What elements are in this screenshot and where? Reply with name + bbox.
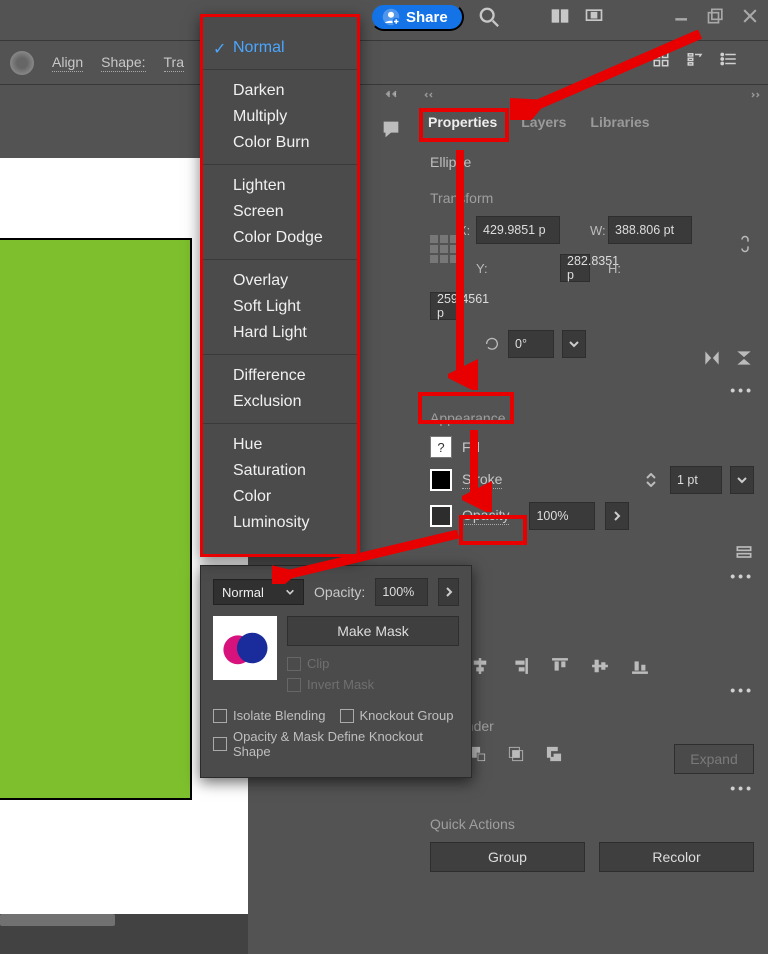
screen-mode-icon[interactable] <box>584 6 604 26</box>
invert-mask-checkbox[interactable]: Invert Mask <box>307 677 374 692</box>
blend-mode-darken[interactable]: Darken <box>203 78 357 104</box>
align-top-icon[interactable] <box>550 656 570 676</box>
blend-mode-soft-light[interactable]: Soft Light <box>203 294 357 320</box>
blend-mode-overlay[interactable]: Overlay <box>203 268 357 294</box>
highlight-properties-tab <box>419 108 509 142</box>
collapse-right-icon[interactable] <box>744 90 760 100</box>
dock-collapse-icon[interactable] <box>385 83 407 105</box>
knockout-group-checkbox[interactable]: Knockout Group <box>360 708 454 723</box>
arrow-from-restore <box>510 30 710 120</box>
align-more-options[interactable]: ••• <box>430 682 754 698</box>
blend-mode-screen[interactable]: Screen <box>203 199 357 225</box>
align-menu[interactable]: Align <box>52 54 83 72</box>
blend-mode-color-dodge[interactable]: Color Dodge <box>203 225 357 251</box>
transform-heading: Transform <box>430 190 754 206</box>
recolor-button[interactable]: Recolor <box>599 842 754 872</box>
align-right-icon[interactable] <box>510 656 530 676</box>
rotate-field[interactable]: 0° <box>508 330 554 358</box>
isolate-blending-checkbox[interactable]: Isolate Blending <box>233 708 326 723</box>
restore-icon[interactable] <box>706 6 726 26</box>
opacity-swatch[interactable] <box>430 505 452 527</box>
quick-actions-heading: Quick Actions <box>430 816 754 832</box>
w-field[interactable]: 388.806 pt <box>608 216 692 244</box>
search-icon[interactable] <box>478 6 500 28</box>
blend-mode-exclusion[interactable]: Exclusion <box>203 389 357 415</box>
appearance-more-options[interactable]: ••• <box>430 568 754 584</box>
y-field[interactable]: 282.8351 p <box>560 254 590 282</box>
flip-horizontal-icon[interactable] <box>702 348 722 368</box>
blend-mode-hue[interactable]: Hue <box>203 432 357 458</box>
shape-menu[interactable]: Shape: <box>101 54 145 72</box>
transform-menu[interactable]: Tra <box>164 54 184 72</box>
transparency-popover: Normal Opacity: 100% Make Mask Clip Inve… <box>200 565 472 778</box>
share-label: Share <box>406 9 448 26</box>
clip-checkbox[interactable]: Clip <box>307 656 329 671</box>
scrollbar-horizontal[interactable] <box>0 914 115 926</box>
arrow-opacity-to-dropdown <box>272 530 462 584</box>
artboard[interactable] <box>0 238 192 800</box>
fx-icon[interactable] <box>734 542 754 562</box>
h-label: H: <box>608 261 692 276</box>
x-field[interactable]: 429.9851 p <box>476 216 560 244</box>
blend-mode-current: Normal <box>222 585 264 600</box>
stroke-size-dropdown[interactable] <box>730 466 754 494</box>
stroke-swatch[interactable] <box>430 469 452 491</box>
opacity-mask-thumbnail[interactable] <box>213 616 277 680</box>
rotate-dropdown[interactable] <box>562 330 586 358</box>
quick-actions-section: Quick Actions Group Recolor <box>416 804 768 880</box>
opacity-popup-button[interactable] <box>605 502 629 530</box>
highlight-opacity <box>459 515 527 545</box>
constrain-proportions-icon[interactable] <box>736 226 754 262</box>
arrow-properties-to-appearance <box>448 150 478 390</box>
highlight-appearance <box>418 392 514 424</box>
blend-mode-menu[interactable]: Normal DarkenMultiplyColor Burn LightenScr… <box>200 14 360 557</box>
share-button[interactable]: Share <box>370 3 464 31</box>
blend-mode-normal[interactable]: Normal <box>203 35 357 61</box>
blend-mode-color[interactable]: Color <box>203 484 357 510</box>
blend-mode-lighten[interactable]: Lighten <box>203 173 357 199</box>
pathfinder-more-options[interactable]: ••• <box>430 780 754 796</box>
make-mask-button[interactable]: Make Mask <box>287 616 459 646</box>
pathfinder-intersect-icon[interactable] <box>506 744 526 764</box>
share-avatar-icon <box>382 8 400 26</box>
list-icon[interactable] <box>720 50 738 68</box>
align-bottom-icon[interactable] <box>630 656 650 676</box>
y-label: Y: <box>476 261 560 276</box>
arrow-appearance-to-opacity <box>462 430 492 512</box>
rotate-icon <box>484 336 500 352</box>
blend-mode-hard-light[interactable]: Hard Light <box>203 320 357 346</box>
align-vcenter-icon[interactable] <box>590 656 610 676</box>
arrange-documents-icon[interactable] <box>550 6 570 26</box>
popover-opacity-label: Opacity: <box>314 584 365 600</box>
blend-mode-color-burn[interactable]: Color Burn <box>203 130 357 156</box>
fill-swatch[interactable]: ? <box>430 436 452 458</box>
align-hcenter-icon[interactable] <box>470 656 490 676</box>
close-icon[interactable] <box>740 6 760 26</box>
minimize-icon[interactable] <box>672 6 692 26</box>
stroke-stepper[interactable] <box>646 468 662 492</box>
opacity-mask-shape-checkbox[interactable]: Opacity & Mask Define Knockout Shape <box>233 729 459 759</box>
comment-panel-icon[interactable] <box>380 118 402 140</box>
object-type-label: Ellipse <box>430 154 754 170</box>
transform-more-options[interactable]: ••• <box>730 382 754 398</box>
blend-mode-multiply[interactable]: Multiply <box>203 104 357 130</box>
pathfinder-exclude-icon[interactable] <box>544 744 564 764</box>
flip-vertical-icon[interactable] <box>734 348 754 368</box>
expand-button[interactable]: Expand <box>674 744 754 774</box>
chevron-down-icon <box>285 587 295 597</box>
w-label: W: <box>590 223 608 238</box>
blend-mode-saturation[interactable]: Saturation <box>203 458 357 484</box>
collapse-left-icon[interactable] <box>424 90 440 100</box>
opacity-value-field[interactable]: 100% <box>529 502 595 530</box>
collapsed-panel-dock <box>380 88 420 938</box>
pathfinder-heading: Pathfinder <box>430 718 754 734</box>
blend-mode-difference[interactable]: Difference <box>203 363 357 389</box>
selection-thumb[interactable] <box>10 51 34 75</box>
stroke-size-field[interactable]: 1 pt <box>670 466 722 494</box>
group-button[interactable]: Group <box>430 842 585 872</box>
